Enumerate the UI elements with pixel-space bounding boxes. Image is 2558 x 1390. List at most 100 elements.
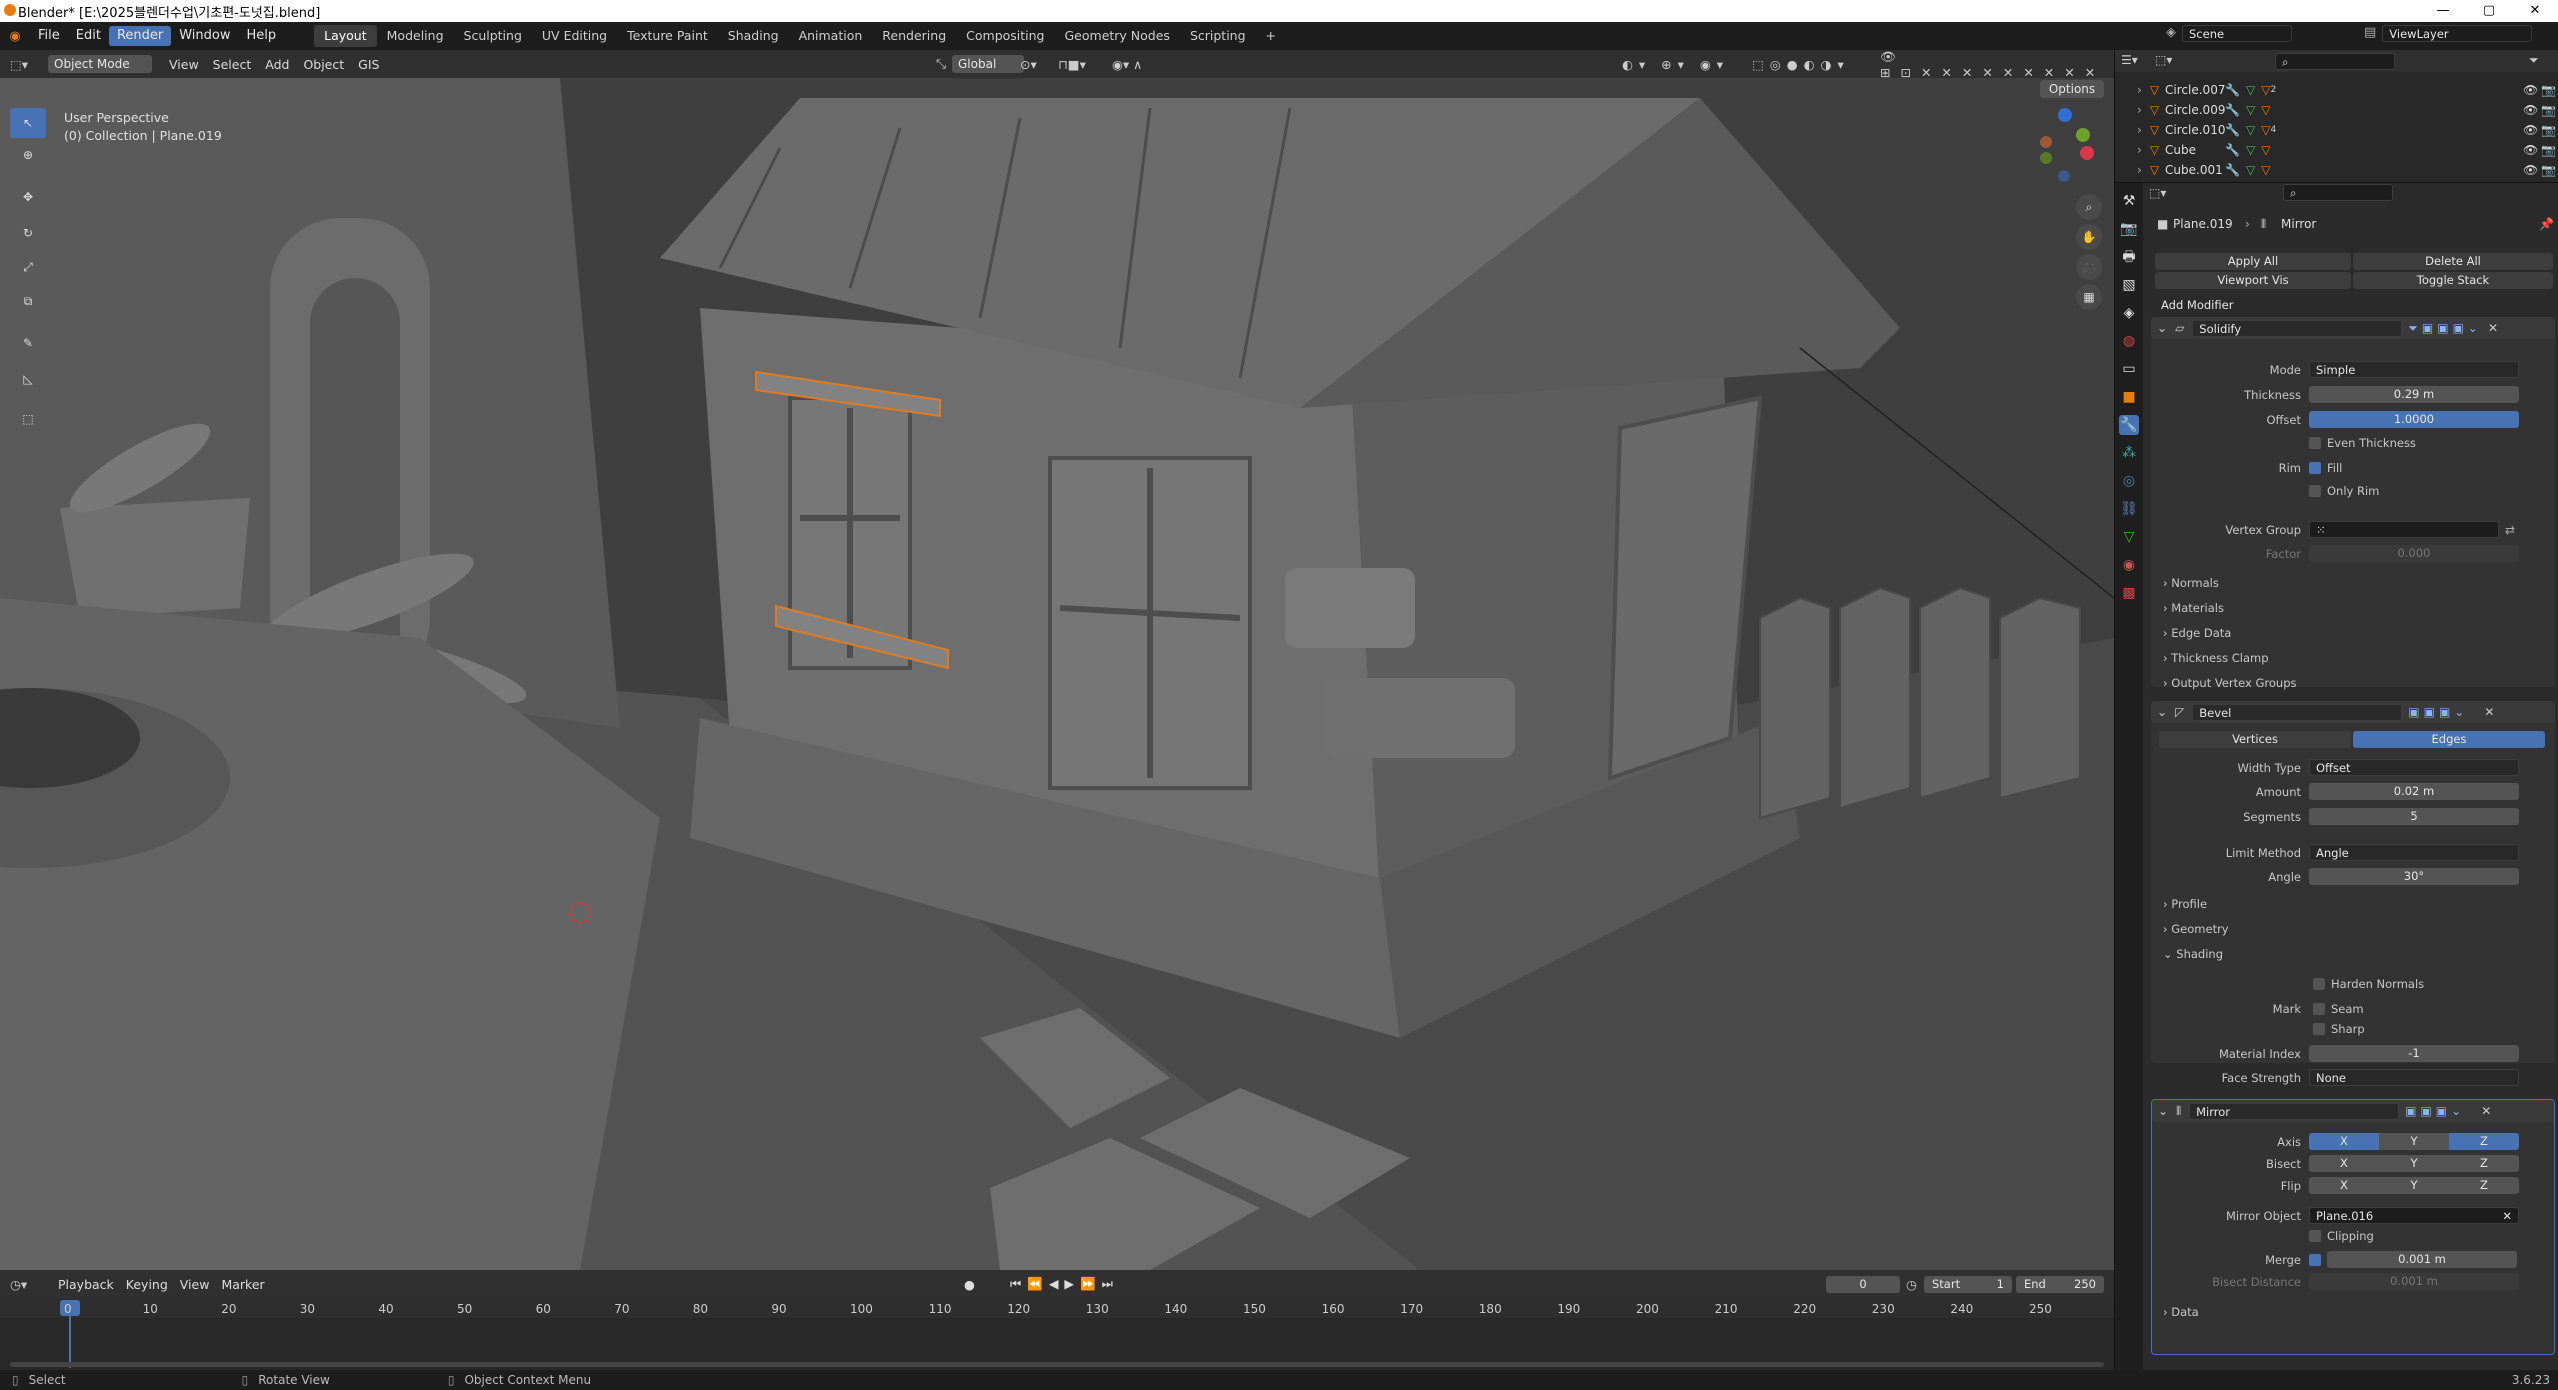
- vertex-group-field[interactable]: ⁙: [2309, 521, 2499, 538]
- collapse-chevron-icon[interactable]: ⌄: [2157, 321, 2167, 335]
- bevel-remove-icon[interactable]: ✕: [2484, 705, 2494, 719]
- width-type-dropdown[interactable]: Offset: [2309, 759, 2519, 776]
- outliner-filter-icon[interactable]: ⬚▾: [2155, 53, 2172, 67]
- bisect-z-toggle[interactable]: Z: [2449, 1155, 2519, 1172]
- mirror-toggle-icons[interactable]: ▣▣▣⌄: [2405, 1104, 2465, 1118]
- solidify-remove-icon[interactable]: ✕: [2488, 321, 2498, 335]
- tab-geometry-nodes[interactable]: Geometry Nodes: [1055, 25, 1180, 47]
- tab-texture-paint[interactable]: Texture Paint: [617, 25, 718, 47]
- pivot-icon[interactable]: ⊙▾: [1020, 57, 1037, 72]
- menu-timeline-view[interactable]: View: [174, 1277, 216, 1292]
- outliner-editor-icon[interactable]: ☰▾: [2121, 53, 2138, 67]
- tab-shading[interactable]: Shading: [718, 25, 789, 47]
- constraints-tab-icon[interactable]: ⛓: [2119, 499, 2139, 519]
- render-camera-icon[interactable]: 📷: [2541, 143, 2556, 157]
- axis-y-toggle[interactable]: Y: [2379, 1133, 2449, 1150]
- timeline-editor-icon[interactable]: ◷▾: [10, 1277, 40, 1292]
- frame-end-field[interactable]: End 250: [2016, 1275, 2104, 1293]
- thickness-field[interactable]: 0.29 m: [2309, 386, 2519, 403]
- viewport-vis-button[interactable]: Viewport Vis: [2155, 272, 2351, 289]
- move-tool-icon[interactable]: ✥: [10, 178, 46, 216]
- menu-playback[interactable]: Playback: [52, 1277, 120, 1292]
- visibility-eye-icon[interactable]: 👁: [2523, 103, 2538, 117]
- expand-arrow-icon[interactable]: ›: [2137, 83, 2142, 97]
- bisect-x-toggle[interactable]: X: [2309, 1155, 2379, 1172]
- menu-gis[interactable]: GIS: [351, 57, 386, 72]
- menu-keying[interactable]: Keying: [120, 1277, 174, 1292]
- record-icon[interactable]: ●: [964, 1277, 975, 1292]
- bisect-distance-field[interactable]: 0.001 m: [2309, 1273, 2519, 1290]
- normals-subpanel[interactable]: › Normals: [2163, 576, 2219, 590]
- gizmo-neg-y-icon[interactable]: [2040, 152, 2052, 164]
- tab-scripting[interactable]: Scripting: [1180, 25, 1256, 47]
- menu-file[interactable]: File: [30, 26, 68, 46]
- output-tab-icon[interactable]: 🖶: [2119, 247, 2139, 267]
- outliner-row[interactable]: › ▽ Circle.007 🔧 ▽ ▽ 2 👁 📷: [2115, 80, 2558, 100]
- menu-render[interactable]: Render: [108, 26, 172, 46]
- data-subpanel[interactable]: › Data: [2163, 1305, 2199, 1319]
- outliner-row[interactable]: › ▽ Cube 🔧 ▽ ▽ 👁 📷: [2115, 140, 2558, 160]
- only-rim-checkbox[interactable]: [2309, 485, 2321, 497]
- fill-checkbox[interactable]: [2309, 462, 2321, 474]
- props-search-input[interactable]: ⌕: [2283, 184, 2393, 201]
- frame-start-field[interactable]: Start 1: [1924, 1275, 2012, 1293]
- output-vertex-groups-subpanel[interactable]: › Output Vertex Groups: [2163, 676, 2297, 690]
- editor-type-icon[interactable]: ⬚▾: [10, 57, 40, 72]
- props-editor-icon[interactable]: ⬚▾: [2149, 186, 2166, 200]
- current-frame-field[interactable]: 0: [1826, 1275, 1900, 1293]
- solidify-toggle-icons[interactable]: ⏷▣▣▣⌄: [2408, 321, 2482, 336]
- tab-layout[interactable]: Layout: [314, 25, 377, 47]
- menu-select[interactable]: Select: [206, 57, 259, 72]
- bevel-toggle-icons[interactable]: ▣▣▣⌄: [2408, 705, 2468, 719]
- amount-field[interactable]: 0.02 m: [2309, 783, 2519, 800]
- seam-checkbox[interactable]: [2313, 1003, 2325, 1015]
- delete-all-button[interactable]: Delete All: [2353, 253, 2553, 270]
- scale-tool-icon[interactable]: ⤢: [10, 250, 46, 284]
- select-box-tool-icon[interactable]: ↖: [10, 108, 46, 138]
- clipping-checkbox[interactable]: [2309, 1230, 2321, 1242]
- camera-view-icon[interactable]: 🎥: [2076, 254, 2102, 280]
- thickness-clamp-subpanel[interactable]: › Thickness Clamp: [2163, 651, 2269, 665]
- timeline-area[interactable]: 0 10 20 30 40 50 60 70 80 90 100 110 120 130 140 150 160…: [0, 1298, 2114, 1370]
- preview-range-icon[interactable]: ◷: [1906, 1277, 1917, 1292]
- collection-tab-icon[interactable]: ▭: [2119, 359, 2139, 379]
- outliner-row[interactable]: › ▽ Cube.001 🔧 ▽ ▽ 👁 📷: [2115, 160, 2558, 180]
- vertices-tab[interactable]: Vertices: [2159, 731, 2351, 748]
- rotate-tool-icon[interactable]: ↻: [10, 216, 46, 250]
- render-tab-icon[interactable]: 📷: [2119, 219, 2139, 239]
- add-cube-tool-icon[interactable]: ⬚: [10, 400, 46, 438]
- minimize-button[interactable]: —: [2420, 0, 2466, 22]
- offset-field[interactable]: 1.0000: [2309, 411, 2519, 428]
- clear-mirror-object-icon[interactable]: ✕: [2502, 1208, 2512, 1223]
- modifier-tab-icon[interactable]: 🔧: [2119, 415, 2139, 435]
- material-tab-icon[interactable]: ◉: [2119, 555, 2139, 575]
- bevel-header[interactable]: ⌄ ◸ Bevel ▣▣▣⌄ ✕: [2151, 701, 2555, 723]
- expand-arrow-icon[interactable]: ›: [2137, 163, 2142, 177]
- snap-icon[interactable]: ⊓■▾: [1058, 57, 1086, 72]
- texture-tab-icon[interactable]: ▩: [2119, 583, 2139, 603]
- outliner-funnel-icon[interactable]: ⏷: [2529, 53, 2539, 68]
- viewport-gizmo-icons[interactable]: ◐▾ ⊕▾ ◉▾: [1622, 57, 1729, 72]
- gizmo-y-icon[interactable]: [2076, 128, 2090, 142]
- add-modifier-dropdown[interactable]: Add Modifier: [2155, 297, 2553, 314]
- physics-tab-icon[interactable]: ◎: [2119, 471, 2139, 491]
- particles-tab-icon[interactable]: ⁂: [2119, 443, 2139, 463]
- mirror-name-field[interactable]: Mirror: [2189, 1102, 2400, 1120]
- expand-arrow-icon[interactable]: ›: [2137, 143, 2142, 157]
- expand-arrow-icon[interactable]: ›: [2137, 103, 2142, 117]
- face-strength-dropdown[interactable]: None: [2309, 1069, 2519, 1086]
- navigation-gizmo[interactable]: [2030, 108, 2100, 188]
- flip-z-toggle[interactable]: Z: [2449, 1177, 2519, 1194]
- axis-z-toggle[interactable]: Z: [2449, 1133, 2519, 1150]
- mirror-header[interactable]: ⌄ ⫴ Mirror ▣▣▣⌄ ✕: [2152, 1100, 2554, 1122]
- world-tab-icon[interactable]: ◍: [2119, 331, 2139, 351]
- sharp-checkbox[interactable]: [2313, 1023, 2325, 1035]
- zoom-icon[interactable]: ⌕: [2076, 194, 2102, 220]
- tool-tab-icon[interactable]: ⚒: [2119, 191, 2139, 211]
- ortho-toggle-icon[interactable]: ▦: [2076, 284, 2102, 310]
- tab-sculpting[interactable]: Sculpting: [454, 25, 532, 47]
- proportional-edit-icon[interactable]: ◉▾ ∧: [1112, 57, 1142, 72]
- mirror-collapse-chevron-icon[interactable]: ⌄: [2158, 1104, 2168, 1118]
- visibility-eye-icon[interactable]: 👁: [2523, 143, 2538, 157]
- apply-all-button[interactable]: Apply All: [2155, 253, 2351, 270]
